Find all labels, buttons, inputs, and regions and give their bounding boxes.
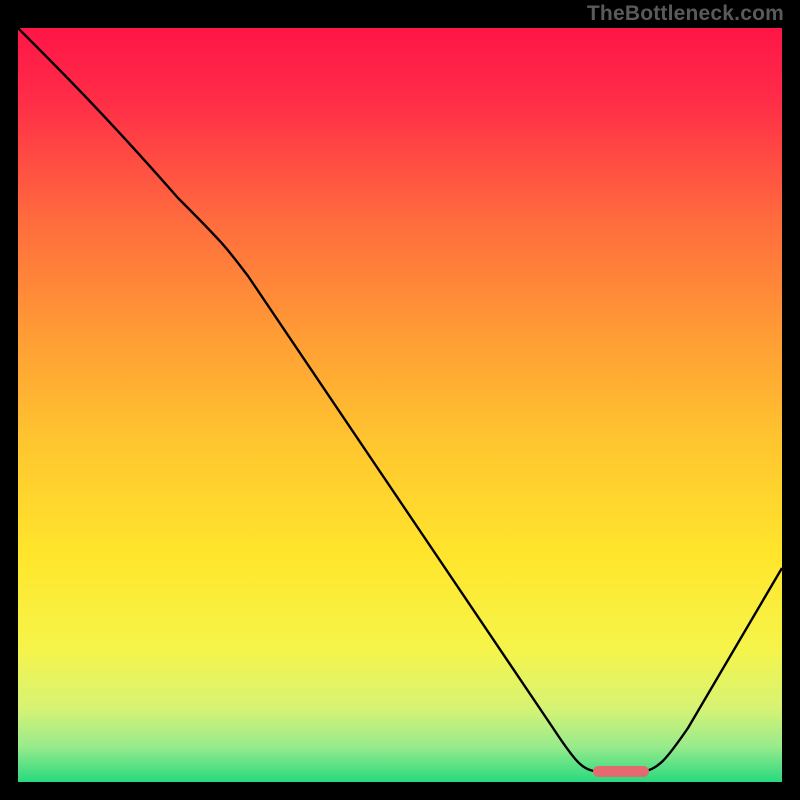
optimal-marker (593, 766, 649, 777)
watermark-text: TheBottleneck.com (587, 2, 784, 26)
plot-area (18, 28, 782, 784)
chart-stage: TheBottleneck.com (0, 0, 800, 800)
gradient-background (18, 28, 782, 784)
chart-svg (18, 28, 782, 784)
